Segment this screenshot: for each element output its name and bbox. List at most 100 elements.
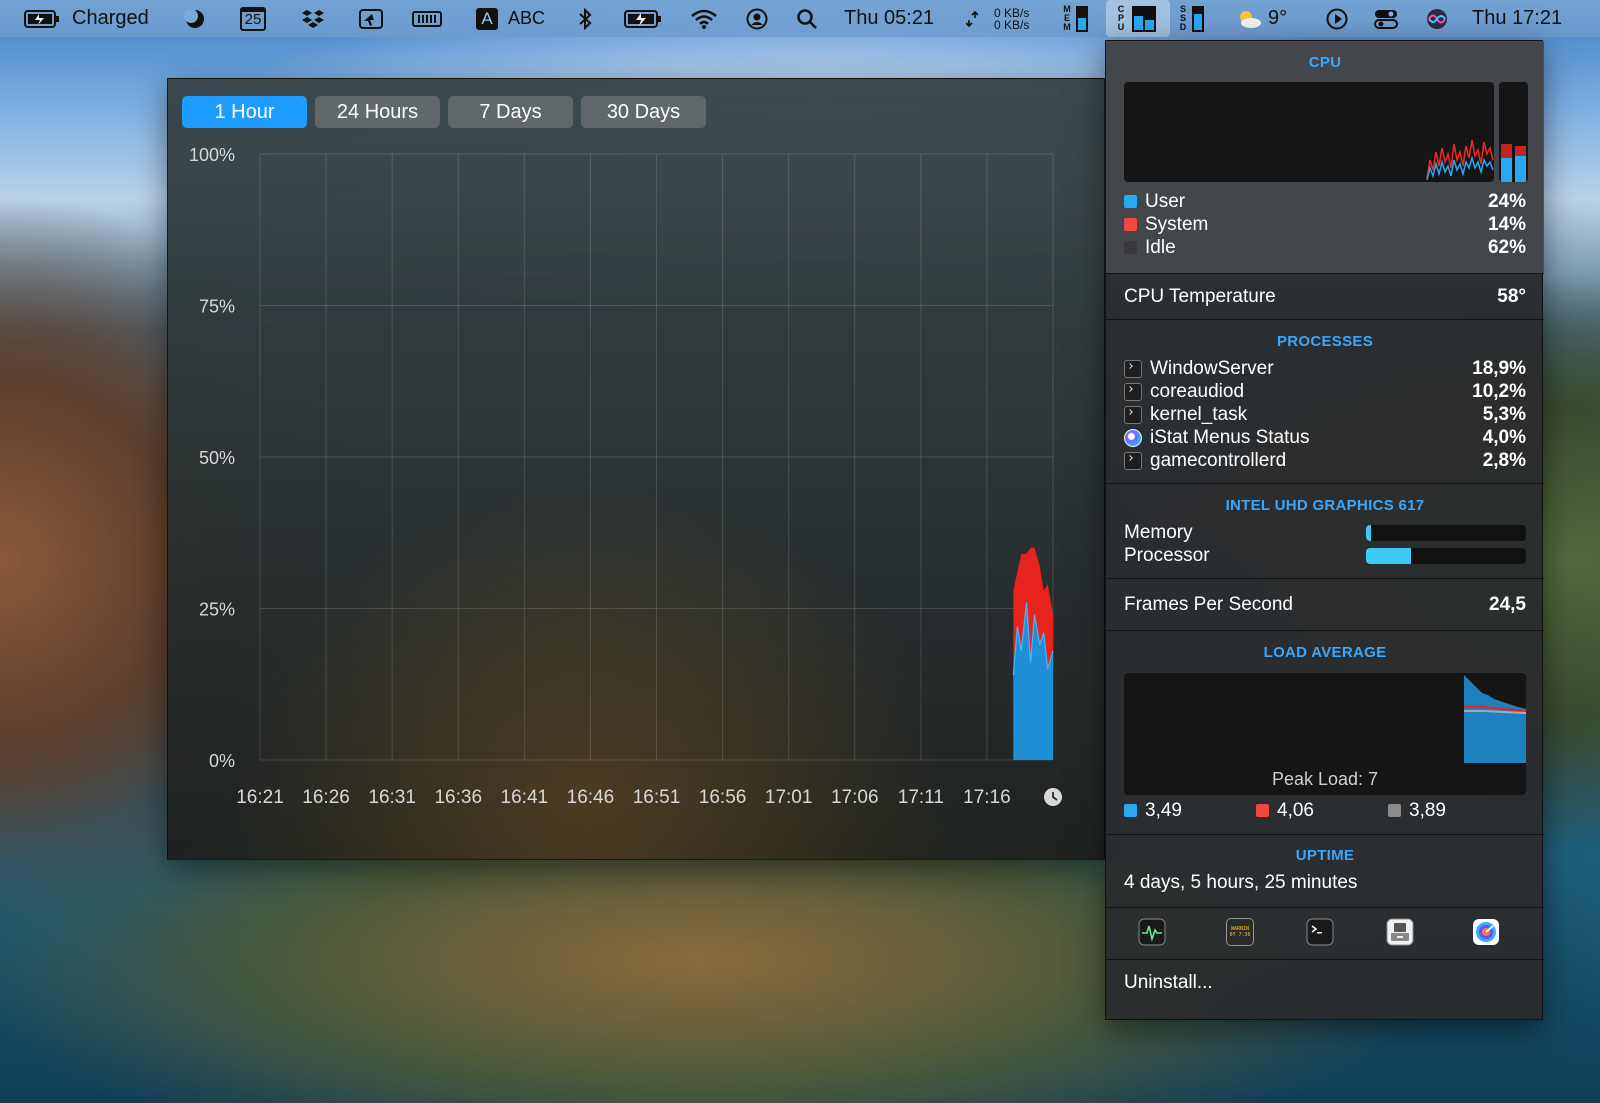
bluetooth-icon[interactable] [578, 0, 592, 37]
process-row[interactable]: coreaudiod 10,2% [1124, 380, 1526, 403]
mem-meter[interactable]: MEM [1062, 0, 1088, 37]
x-tick-label: 17:11 [898, 787, 944, 808]
cpu-mini-graph-svg [1426, 139, 1494, 181]
x-tick-label: 17:16 [963, 787, 1011, 808]
usage-row-system: System 14% [1124, 213, 1526, 236]
peak-load-label: Peak Load: 7 [1271, 769, 1379, 789]
divider [1106, 483, 1544, 484]
uptime-value: 4 days, 5 hours, 25 minutes [1124, 871, 1358, 893]
input-source-icon[interactable]: A [476, 0, 498, 37]
mem-bar [1076, 5, 1088, 32]
x-tick-label: 16:46 [567, 787, 615, 808]
x-tick-label: 16:36 [434, 787, 482, 808]
gpu-processor-bar-fill [1366, 548, 1411, 564]
process-name: WindowServer [1150, 357, 1274, 379]
process-row[interactable]: WindowServer 18,9% [1124, 357, 1526, 380]
divider [1106, 834, 1544, 835]
system-swatch [1124, 218, 1137, 231]
cpu-history-chart: 100% 75% 50% 25% 0% 16:21 16:26 16:31 16:36 16:41… [168, 79, 1106, 861]
moon-icon[interactable] [184, 0, 206, 37]
battery-charging-icon[interactable] [624, 0, 662, 37]
uptime-header: UPTIME [1295, 847, 1355, 864]
fps-value: 24,5 [1489, 593, 1526, 615]
battery-status-label[interactable]: Charged [72, 0, 149, 37]
divider [1106, 319, 1544, 320]
gpu-memory-bar [1366, 525, 1526, 541]
process-value: 10,2% [1472, 380, 1526, 402]
cpu-meter[interactable]: CPU [1106, 0, 1170, 37]
divider [1106, 907, 1544, 908]
cpu-label: CPU [1117, 4, 1125, 32]
weather-temp[interactable]: 9° [1268, 0, 1287, 37]
divider [1106, 630, 1544, 631]
gpu-processor-bar [1366, 548, 1526, 564]
divider [1106, 959, 1544, 960]
idle-swatch [1124, 241, 1137, 254]
weather-icon[interactable] [1234, 0, 1264, 37]
play-icon[interactable] [1326, 0, 1348, 37]
user-icon[interactable] [746, 0, 768, 37]
process-value: 4,0% [1482, 426, 1526, 448]
activity-monitor-icon[interactable] [1138, 918, 1166, 946]
input-source-label[interactable]: ABC [508, 0, 545, 37]
x-tick-label: 17:06 [831, 787, 879, 808]
process-name: kernel_task [1150, 403, 1248, 425]
x-tick-label: 16:31 [368, 787, 416, 808]
siri-icon[interactable] [1426, 0, 1448, 37]
load-value: 4,06 [1277, 799, 1314, 821]
console-icon[interactable]: WARNIN 0Y 7:36 [1226, 918, 1254, 946]
process-name: coreaudiod [1150, 380, 1245, 402]
calendar-day: 25 [244, 10, 262, 28]
ssd-bar [1192, 5, 1204, 32]
istat-menus-icon[interactable] [1472, 918, 1499, 945]
wifi-icon[interactable] [690, 0, 718, 37]
x-tick-label: 16:26 [302, 787, 350, 808]
search-icon[interactable] [796, 0, 818, 37]
usage-value: 62% [1487, 236, 1526, 258]
control-center-icon[interactable] [1374, 0, 1398, 37]
y-tick-label: 25% [199, 600, 235, 620]
calendar-icon[interactable]: 25 [240, 0, 266, 37]
process-row[interactable]: kernel_task 5,3% [1124, 403, 1526, 426]
load-value: 3,49 [1145, 799, 1182, 821]
system-information-icon[interactable] [1386, 918, 1414, 946]
usage-label: User [1145, 190, 1186, 212]
process-row[interactable]: iStat Menus Status 4,0% [1124, 426, 1526, 449]
x-tick-label: 16:51 [633, 787, 681, 808]
uninstall-row[interactable]: Uninstall... [1124, 971, 1526, 994]
console-icon-text: WARNIN 0Y 7:36 [1226, 918, 1254, 946]
usage-row-user: User 24% [1124, 190, 1526, 213]
battery-icon[interactable] [24, 0, 60, 37]
gpu-processor-label: Processor [1124, 544, 1210, 566]
terminal-icon [1124, 359, 1142, 378]
network-arrows-icon [966, 0, 978, 37]
processes-header: PROCESSES [1276, 333, 1374, 350]
load-average-header: LOAD AVERAGE [1263, 644, 1387, 661]
process-row[interactable]: gamecontrollerd 2,8% [1124, 449, 1526, 472]
terminal-icon[interactable] [1306, 918, 1334, 946]
network-speed[interactable]: 0 KB/s 0 KB/s [994, 0, 1029, 37]
usage-label: System [1145, 213, 1209, 235]
terminal-icon [1124, 405, 1142, 424]
memory-chip-icon[interactable] [412, 0, 442, 37]
uninstall-link[interactable]: Uninstall... [1124, 972, 1213, 994]
usage-value: 14% [1487, 213, 1526, 235]
terminal-icon [1124, 451, 1142, 470]
process-name: gamecontrollerd [1150, 449, 1287, 471]
dropbox-icon[interactable] [302, 0, 324, 37]
menubar-time-left[interactable]: Thu 05:21 [844, 0, 934, 37]
x-tick-label: 17:01 [765, 787, 813, 808]
divider [1106, 273, 1544, 274]
gpu-memory-label: Memory [1124, 521, 1193, 543]
cpu-temperature-row: CPU Temperature 58° [1124, 285, 1526, 308]
cpu-mini-graph [1124, 82, 1494, 182]
menubar-clock[interactable]: Thu 17:21 [1472, 0, 1562, 37]
ssd-meter[interactable]: SSD [1178, 0, 1204, 37]
ssd-label: SSD [1179, 4, 1187, 32]
y-tick-label: 50% [199, 448, 235, 468]
usage-row-idle: Idle 62% [1124, 236, 1526, 259]
process-value: 5,3% [1482, 403, 1526, 425]
cpu-header: CPU [1308, 54, 1342, 71]
pointer-icon[interactable] [358, 0, 384, 37]
usage-value: 24% [1487, 190, 1526, 212]
